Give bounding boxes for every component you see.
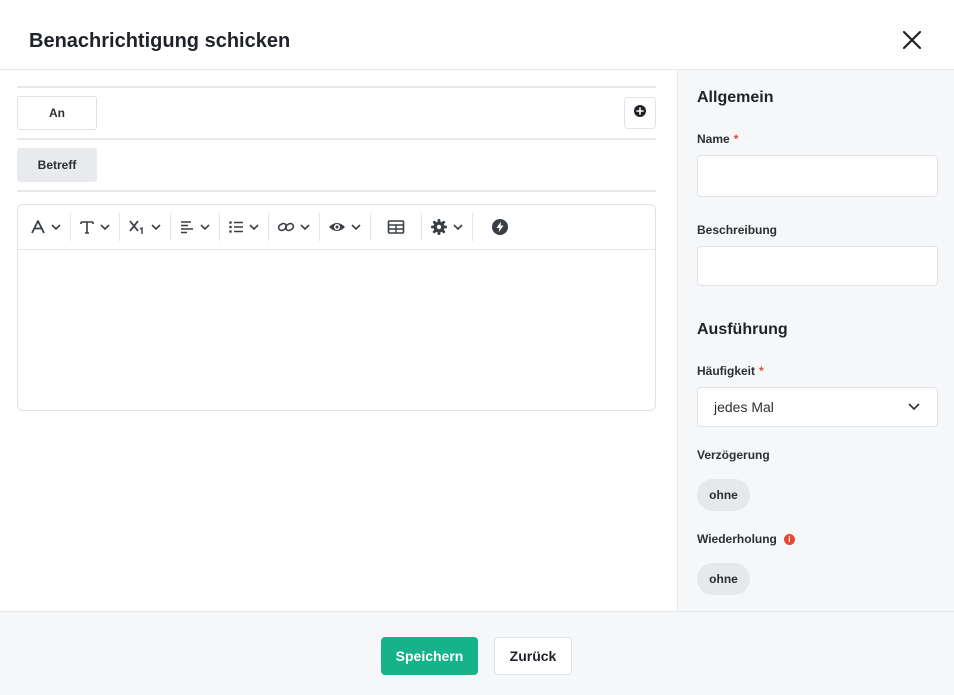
align-button[interactable]	[171, 205, 219, 250]
chevron-down-icon	[350, 221, 362, 233]
link-icon	[277, 219, 295, 235]
rich-text-editor	[17, 204, 656, 411]
delay-label: Verzögerung	[697, 448, 770, 462]
chevron-down-icon	[50, 221, 62, 233]
repeat-chip[interactable]: ohne	[697, 563, 750, 595]
divider	[17, 86, 656, 88]
chevron-down-icon	[452, 221, 464, 233]
list-button[interactable]	[220, 205, 268, 250]
repeat-label: Wiederholung i	[697, 532, 795, 546]
text-size-button[interactable]	[71, 205, 119, 250]
description-label: Beschreibung	[697, 223, 777, 237]
repeat-label-text: Wiederholung	[697, 532, 777, 546]
chevron-down-icon	[150, 221, 162, 233]
settings-sidebar: Allgemein Name * Beschreibung Ausführung…	[677, 70, 954, 611]
chevron-down-icon	[299, 221, 311, 233]
frequency-select-value: jedes Mal	[714, 399, 774, 415]
info-icon[interactable]: i	[783, 533, 795, 545]
table-button[interactable]	[371, 205, 421, 250]
chevron-down-icon	[99, 221, 111, 233]
dialog-title: Benachrichtigung schicken	[29, 30, 291, 52]
eye-icon	[328, 220, 346, 234]
composer-panel: An Betreff	[0, 70, 677, 611]
editor-toolbar	[18, 205, 655, 250]
name-label: Name *	[697, 132, 738, 146]
list-icon	[228, 219, 244, 235]
description-field[interactable]	[697, 246, 938, 286]
required-marker: *	[733, 132, 739, 146]
chevron-down-icon	[248, 221, 260, 233]
subscript-button[interactable]	[120, 205, 170, 250]
text-size-icon	[79, 219, 95, 235]
link-button[interactable]	[269, 205, 319, 250]
section-execution-heading: Ausführung	[697, 321, 788, 338]
name-label-text: Name	[697, 132, 730, 146]
preview-button[interactable]	[320, 205, 370, 250]
gear-icon	[430, 218, 448, 236]
settings-button[interactable]	[422, 205, 472, 250]
frequency-label-text: Häufigkeit	[697, 364, 756, 378]
frequency-select[interactable]: jedes Mal	[697, 387, 938, 427]
frequency-label: Häufigkeit *	[697, 364, 764, 378]
font-color-button[interactable]	[22, 205, 70, 250]
plus-circle-icon	[633, 104, 647, 123]
delay-label-text: Verzögerung	[697, 448, 770, 462]
table-icon	[387, 219, 405, 235]
section-general-heading: Allgemein	[697, 89, 774, 106]
description-label-text: Beschreibung	[697, 223, 778, 237]
editor-content[interactable]	[18, 251, 655, 410]
to-button[interactable]: An	[17, 96, 97, 130]
font-color-icon	[30, 219, 46, 235]
back-button[interactable]: Zurück	[494, 637, 572, 675]
save-button[interactable]: Speichern	[381, 637, 478, 675]
dialog-footer: Speichern Zurück	[0, 611, 954, 695]
dialog-header: Benachrichtigung schicken	[0, 0, 954, 70]
close-icon[interactable]	[900, 28, 924, 52]
align-left-icon	[179, 219, 195, 235]
chevron-down-icon	[199, 221, 211, 233]
subject-button[interactable]: Betreff	[17, 148, 97, 182]
required-marker: *	[759, 364, 764, 378]
lightning-icon	[491, 218, 509, 236]
subscript-icon	[128, 219, 146, 235]
delay-chip[interactable]: ohne	[697, 479, 750, 511]
add-recipient-button[interactable]	[624, 97, 656, 129]
divider	[17, 138, 656, 140]
power-button[interactable]	[473, 205, 527, 250]
divider	[17, 190, 656, 192]
name-field[interactable]	[697, 155, 938, 197]
chevron-down-icon	[907, 399, 921, 416]
